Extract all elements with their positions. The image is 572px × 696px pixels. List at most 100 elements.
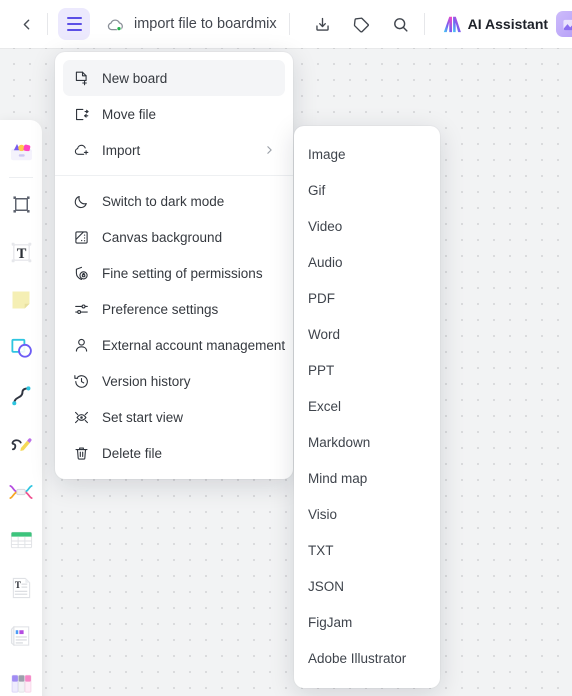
import-option-markdown[interactable]: Markdown	[294, 424, 440, 460]
sidebar-item-frame[interactable]	[0, 180, 42, 228]
import-option-visio[interactable]: Visio	[294, 496, 440, 532]
import-option-pdf[interactable]: PDF	[294, 280, 440, 316]
download-button[interactable]	[308, 9, 338, 39]
import-option-label: Gif	[308, 182, 326, 198]
import-option-label: Image	[308, 146, 346, 162]
menu-item-new-board[interactable]: New board	[63, 60, 285, 96]
import-option-photoshop[interactable]: Photoshop	[294, 676, 440, 689]
sidebar-divider	[9, 177, 33, 178]
sidebar-item-mind-map[interactable]	[0, 468, 42, 516]
menu-item-move-file[interactable]: Move file	[63, 96, 285, 132]
menu-item-label: Delete file	[102, 445, 163, 461]
toolbar-divider-3	[423, 13, 425, 35]
import-option-audio[interactable]: Audio	[294, 244, 440, 280]
menu-divider	[55, 175, 293, 176]
import-option-label: Excel	[308, 398, 342, 414]
import-option-json[interactable]: JSON	[294, 568, 440, 604]
sidebar-item-templates[interactable]	[0, 128, 42, 176]
svg-text:T: T	[16, 245, 26, 261]
chevron-left-icon	[18, 16, 35, 33]
moon-icon	[73, 193, 90, 210]
sidebar-item-text[interactable]: T	[0, 228, 42, 276]
tool-sidebar: T T	[0, 120, 42, 696]
import-option-adobe-illustrator[interactable]: Adobe Illustrator	[294, 640, 440, 676]
file-dropdown-menu: New board Move file Import Switch to dar…	[55, 52, 293, 479]
import-option-txt[interactable]: TXT	[294, 532, 440, 568]
sidebar-item-kanban[interactable]	[0, 660, 42, 696]
menu-item-label: Switch to dark mode	[102, 193, 225, 209]
history-icon	[73, 373, 90, 390]
menu-item-preference-settings[interactable]: Preference settings	[63, 291, 285, 327]
sidebar-item-shapes[interactable]	[0, 324, 42, 372]
import-option-excel[interactable]: Excel	[294, 388, 440, 424]
menu-item-delete-file[interactable]: Delete file	[63, 435, 285, 471]
import-option-label: Video	[308, 218, 343, 234]
import-option-label: Adobe Illustrator	[308, 650, 407, 666]
menu-item-label: Import	[102, 142, 141, 158]
tag-icon	[352, 15, 371, 34]
text-icon: T	[9, 240, 34, 265]
import-option-label: Audio	[308, 254, 343, 270]
menu-item-label: Preference settings	[102, 301, 219, 317]
top-toolbar: import file to boardmix AI Assistant	[0, 0, 572, 48]
shapes-icon	[9, 336, 34, 361]
sidebar-item-document[interactable]: T	[0, 564, 42, 612]
import-option-video[interactable]: Video	[294, 208, 440, 244]
import-option-image[interactable]: Image	[294, 136, 440, 172]
hamburger-line	[66, 29, 82, 31]
ai-logo-icon	[441, 14, 463, 34]
document-icon: T	[10, 576, 33, 600]
trash-icon	[73, 445, 90, 462]
sidebar-item-note-card[interactable]	[0, 612, 42, 660]
table-icon	[9, 529, 34, 551]
ai-image-button[interactable]	[556, 11, 572, 37]
import-cloud-icon	[73, 142, 90, 159]
sliders-icon	[73, 301, 90, 318]
import-option-label: PPT	[308, 362, 335, 378]
sidebar-item-table[interactable]	[0, 516, 42, 564]
import-submenu[interactable]: Image Gif Video Audio PDF Word PPT Excel…	[294, 126, 440, 688]
sidebar-item-sticky-note[interactable]	[0, 276, 42, 324]
canvas-background-icon	[73, 229, 90, 246]
menu-item-label: Set start view	[102, 409, 184, 425]
menu-item-label: Version history	[102, 373, 191, 389]
hamburger-line	[66, 23, 82, 25]
main-menu-button[interactable]	[58, 8, 90, 40]
search-button[interactable]	[386, 9, 416, 39]
import-option-figjam[interactable]: FigJam	[294, 604, 440, 640]
import-option-word[interactable]: Word	[294, 316, 440, 352]
import-option-mind-map[interactable]: Mind map	[294, 460, 440, 496]
menu-item-label: Canvas background	[102, 229, 223, 245]
tag-button[interactable]	[347, 9, 377, 39]
menu-item-canvas-background[interactable]: Canvas background	[63, 219, 285, 255]
download-icon	[313, 15, 332, 34]
toolbar-divider-2	[288, 13, 290, 35]
sidebar-item-connector[interactable]	[0, 372, 42, 420]
import-option-label: Mind map	[308, 470, 368, 486]
ai-assistant-label: AI Assistant	[467, 16, 549, 32]
frame-icon	[10, 193, 33, 216]
mind-map-icon	[8, 481, 34, 503]
menu-item-import[interactable]: Import	[63, 132, 285, 168]
menu-item-version-history[interactable]: Version history	[63, 363, 285, 399]
document-title-group[interactable]: import file to boardmix	[106, 15, 277, 34]
menu-item-label: Fine setting of permissions	[102, 265, 263, 281]
document-title: import file to boardmix	[134, 16, 277, 32]
user-icon	[73, 337, 90, 354]
sticky-note-icon	[9, 288, 33, 312]
note-card-icon	[9, 624, 34, 648]
import-option-label: Photoshop	[308, 687, 373, 689]
import-option-label: PDF	[308, 290, 335, 306]
menu-item-fine-setting-of-permissions[interactable]: Fine setting of permissions	[63, 255, 285, 291]
sidebar-item-pen[interactable]	[0, 420, 42, 468]
import-option-ppt[interactable]: PPT	[294, 352, 440, 388]
new-board-icon	[73, 70, 90, 87]
menu-item-external-account-management[interactable]: External account management	[63, 327, 285, 363]
back-button[interactable]	[11, 9, 41, 39]
menu-item-set-start-view[interactable]: Set start view	[63, 399, 285, 435]
move-file-icon	[73, 106, 90, 123]
ai-assistant-button[interactable]: AI Assistant	[441, 14, 548, 34]
image-generate-icon	[561, 16, 572, 33]
menu-item-switch-to-dark-mode[interactable]: Switch to dark mode	[63, 183, 285, 219]
import-option-gif[interactable]: Gif	[294, 172, 440, 208]
